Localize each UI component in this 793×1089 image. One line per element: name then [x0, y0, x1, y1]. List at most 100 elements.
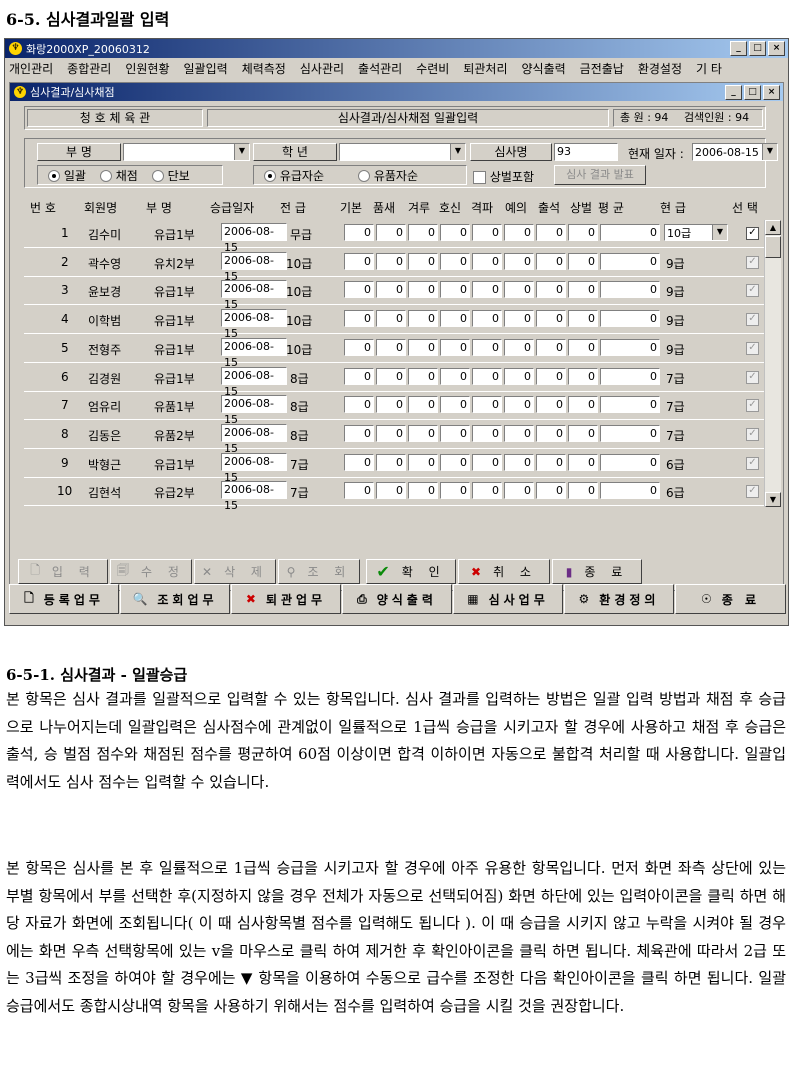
score-input[interactable]: 0 [536, 367, 566, 385]
score-input[interactable]: 0 [568, 424, 598, 442]
menu-item[interactable]: 금전출납 [580, 60, 624, 77]
score-input[interactable]: 0 [408, 310, 438, 328]
score-input[interactable]: 0 [376, 396, 406, 414]
examiner-input[interactable]: 93 [554, 143, 618, 161]
score-input[interactable]: 0 [536, 252, 566, 270]
score-input[interactable]: 0 [408, 424, 438, 442]
score-input[interactable]: 0 [568, 482, 598, 500]
promotion-date-input[interactable]: 2006-08-15 [221, 280, 287, 311]
grid-scrollbar[interactable]: ▲ ▼ [764, 220, 781, 507]
promotion-date-input[interactable]: 2006-08-15 [221, 366, 287, 398]
mode-radio-score[interactable]: 채점 [99, 167, 138, 184]
sort-radio-dan[interactable]: 유품자순 [358, 167, 418, 184]
menu-item[interactable]: 기 타 [696, 60, 722, 77]
score-input[interactable]: 0 [344, 424, 374, 442]
score-input[interactable]: 0 [440, 252, 470, 270]
score-input[interactable]: 0 [408, 252, 438, 270]
score-input[interactable]: 0 [472, 396, 502, 414]
score-input[interactable]: 0 [504, 453, 534, 471]
score-input[interactable]: 0 [472, 338, 502, 356]
score-input[interactable]: 0 [568, 281, 598, 299]
promotion-date-input[interactable]: 2006-08-15 [221, 395, 287, 426]
score-input[interactable]: 0 [536, 424, 566, 442]
child-maximize-button[interactable]: □ [744, 84, 761, 100]
score-input[interactable]: 0 [376, 281, 406, 299]
grade-select[interactable]: ▼ [339, 143, 466, 161]
score-input[interactable]: 0 [344, 310, 374, 328]
score-input[interactable]: 0 [344, 367, 374, 385]
score-input[interactable]: 0 [504, 367, 534, 385]
score-input[interactable]: 0 [536, 453, 566, 471]
child-minimize-button[interactable]: _ [725, 84, 742, 100]
score-input[interactable]: 0 [440, 224, 470, 241]
score-input[interactable]: 0 [568, 396, 598, 414]
promotion-date-input[interactable]: 2006-08-15 [221, 309, 287, 340]
inquiry-button[interactable]: 🔍 조회업무 [120, 584, 230, 614]
score-input[interactable]: 0 [440, 281, 470, 299]
score-input[interactable]: 0 [472, 453, 502, 471]
settings-button[interactable]: ⚙ 환경정의 [564, 584, 674, 614]
score-input[interactable]: 0 [504, 424, 534, 442]
menu-item[interactable]: 인원현황 [125, 60, 169, 77]
select-checkbox[interactable]: ✓ [746, 485, 759, 499]
menu-item[interactable]: 종합관리 [67, 60, 111, 77]
score-input[interactable]: 0 [568, 252, 598, 270]
withdraw-button[interactable]: ✖ 퇴관업무 [231, 584, 341, 614]
minimize-button[interactable]: _ [730, 41, 747, 56]
mode-radio-all[interactable]: 일괄 [48, 167, 86, 184]
menu-item[interactable]: 수련비 [416, 60, 449, 77]
score-input[interactable]: 0 [344, 252, 374, 270]
score-input[interactable]: 0 [440, 310, 470, 328]
select-checkbox[interactable]: ✓ [746, 399, 759, 413]
score-input[interactable]: 0 [440, 482, 470, 500]
table-row[interactable]: 5 전형주 유급1부 2006-08-15 10급 0 0 0 0 0 0 0 0 0 9급 ✓ [24, 334, 770, 369]
score-input[interactable]: 0 [472, 310, 502, 328]
score-input[interactable]: 0 [472, 281, 502, 299]
exit-button[interactable]: ☉ 종 료 [675, 584, 786, 614]
select-checkbox[interactable]: ✓ [746, 370, 759, 384]
score-input[interactable]: 0 [536, 224, 566, 241]
score-input[interactable]: 0 [472, 252, 502, 270]
menu-item[interactable]: 환경설정 [638, 60, 682, 77]
score-input[interactable]: 0 [504, 482, 534, 500]
select-checkbox[interactable]: ✓ [746, 227, 759, 240]
sort-radio-grade[interactable]: 유급자순 [264, 167, 324, 184]
promotion-date-input[interactable]: 2006-08-15 [221, 423, 287, 455]
score-input[interactable]: 0 [376, 482, 406, 500]
score-input[interactable]: 0 [504, 338, 534, 356]
table-row[interactable]: 10 김현석 유급2부 2006-08-15 7급 0 0 0 0 0 0 0 0 0 6급 ✓ [24, 477, 770, 512]
score-input[interactable]: 0 [504, 310, 534, 328]
select-checkbox[interactable]: ✓ [746, 255, 759, 269]
score-input[interactable]: 0 [440, 453, 470, 471]
score-input[interactable]: 0 [440, 424, 470, 442]
score-input[interactable]: 0 [568, 224, 598, 241]
score-input[interactable]: 0 [376, 224, 406, 241]
score-input[interactable]: 0 [408, 338, 438, 356]
current-date-select[interactable]: 2006-08-15 ▼ [692, 143, 778, 161]
scroll-up-icon[interactable]: ▲ [765, 220, 781, 235]
score-input[interactable]: 0 [344, 396, 374, 414]
score-input[interactable]: 0 [504, 281, 534, 299]
score-input[interactable]: 0 [504, 224, 534, 241]
score-input[interactable]: 0 [472, 224, 502, 241]
score-input[interactable]: 0 [472, 424, 502, 442]
table-row[interactable]: 6 김경원 유급1부 2006-08-15 8급 0 0 0 0 0 0 0 0 0 7급 ✓ [24, 363, 770, 398]
menu-item[interactable]: 양식출력 [522, 60, 566, 77]
select-checkbox[interactable]: ✓ [746, 313, 759, 327]
child-close-button[interactable]: × [763, 84, 780, 100]
score-input[interactable]: 0 [376, 310, 406, 328]
register-button[interactable]: 🗋 등록업무 [9, 584, 119, 614]
score-input[interactable]: 0 [472, 482, 502, 500]
table-row[interactable]: 1 김수미 유급1부 2006-08-15 무급 0 0 0 0 0 0 0 0 0 10급 ▼ ✓ [24, 219, 770, 254]
menu-item[interactable]: 심사관리 [300, 60, 344, 77]
score-input[interactable]: 0 [344, 224, 374, 241]
score-input[interactable]: 0 [568, 338, 598, 356]
score-input[interactable]: 0 [408, 367, 438, 385]
select-checkbox[interactable]: ✓ [746, 341, 759, 355]
score-input[interactable]: 0 [344, 281, 374, 299]
menu-item[interactable]: 일괄입력 [184, 60, 228, 77]
promotion-date-input[interactable]: 2006-08-15 [221, 223, 287, 254]
score-input[interactable]: 0 [536, 338, 566, 356]
scroll-thumb[interactable] [765, 236, 781, 258]
select-checkbox[interactable]: ✓ [746, 427, 759, 441]
